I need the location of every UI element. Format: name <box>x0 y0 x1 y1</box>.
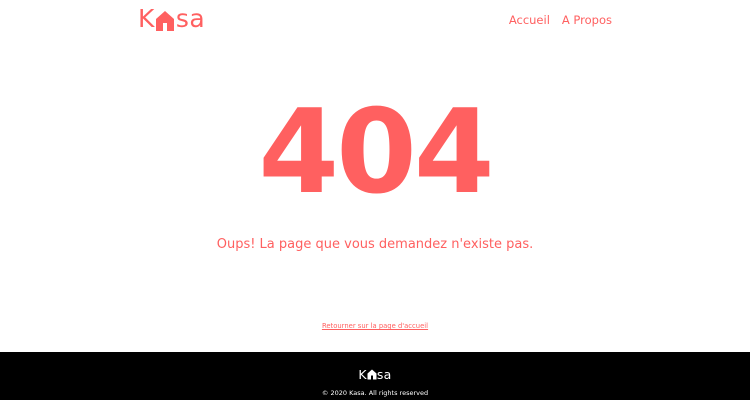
site-footer: K sa © 2020 Kasa. All rights reserved <box>0 352 750 400</box>
logo-letters-sa: sa <box>175 4 206 33</box>
home-link-wrapper: Retourner sur la page d'accueil <box>0 321 750 331</box>
home-link[interactable]: Retourner sur la page d'accueil <box>322 322 428 330</box>
footer-copyright: © 2020 Kasa. All rights reserved <box>321 389 429 397</box>
footer-logo-letter-k: K <box>358 367 367 382</box>
main-nav: Accueil A Propos <box>509 12 612 28</box>
footer-logo-letters-sa: sa <box>376 367 392 382</box>
footer-house-icon <box>367 368 377 380</box>
footer-logo: K sa <box>0 367 750 382</box>
logo-link[interactable]: K sa <box>138 4 205 34</box>
error-code: 404 <box>258 85 494 220</box>
page: K sa Accueil A Propos 404 Oups! La page … <box>0 0 750 400</box>
logo-letter-k: K <box>138 4 155 33</box>
house-icon <box>155 9 175 31</box>
nav-link-accueil[interactable]: Accueil <box>509 12 550 28</box>
site-header: K sa Accueil A Propos <box>0 0 750 40</box>
error-message: Oups! La page que vous demandez n'existe… <box>216 237 534 252</box>
nav-link-a-propos[interactable]: A Propos <box>562 12 612 28</box>
